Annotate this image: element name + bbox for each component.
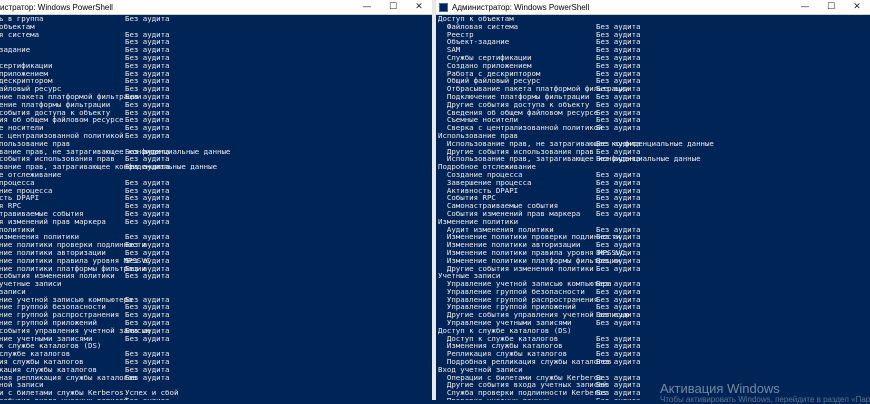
console-output[interactable]: ь в группа Без аудита объектам я система Без… bbox=[0, 15, 432, 400]
window-controls: — ☐ ✕ bbox=[354, 0, 432, 14]
console-line: задание Без аудита bbox=[0, 46, 432, 54]
console-line: Другие события изменения политики Без ауд… bbox=[436, 263, 870, 273]
audit-setting-value: Без аудита bbox=[125, 372, 170, 382]
audit-setting-value: Без аудита bbox=[596, 208, 641, 218]
minimize-button[interactable]: — bbox=[354, 0, 380, 14]
audit-setting-value: Без аудита bbox=[596, 263, 641, 273]
activation-watermark-title: Активация Windows bbox=[660, 381, 780, 396]
powershell-window-left[interactable]: истратор: Windows PowerShell — ☐ ✕ ь в г… bbox=[0, 0, 432, 400]
close-button[interactable]: ✕ bbox=[844, 0, 870, 14]
title-bar[interactable]: Администратор: Windows PowerShell — ☐ ✕ bbox=[436, 0, 870, 15]
console-line: объектам bbox=[0, 22, 432, 31]
console-line: ия об общем файловом ресурсе Без аудита bbox=[0, 116, 432, 124]
console-line: события изменения политики Без аудита bbox=[0, 272, 432, 280]
audit-setting-value: Без аудита bbox=[125, 271, 170, 281]
audit-setting-value: Без аудита bbox=[596, 357, 641, 367]
close-button[interactable]: ✕ bbox=[406, 0, 432, 14]
console-line: е отслеживание bbox=[0, 171, 432, 179]
audit-setting-value: Без аудита bbox=[125, 216, 170, 226]
console-line: приложением Без аудита bbox=[0, 69, 432, 78]
console-line: я изменений прав маркера Без аудита bbox=[0, 216, 432, 226]
console-line: я система Без аудита bbox=[0, 29, 432, 39]
console-line: Активность DPAPI Без аудита bbox=[436, 186, 870, 195]
title-bar[interactable]: истратор: Windows PowerShell — ☐ ✕ bbox=[0, 0, 432, 15]
console-line: Без аудита bbox=[0, 38, 432, 46]
console-line: вание прав, затрагивающее конфиденциальн… bbox=[0, 163, 432, 171]
console-line: Файловая система Без аудита bbox=[436, 22, 870, 31]
audit-category-label: задание bbox=[0, 45, 31, 55]
window-controls: — ☐ ✕ bbox=[792, 0, 870, 14]
minimize-button[interactable]: — bbox=[792, 0, 818, 14]
window-title: истратор: Windows PowerShell bbox=[0, 2, 113, 12]
audit-setting-value: Без аудита bbox=[596, 123, 641, 133]
window-title: Администратор: Windows PowerShell bbox=[452, 2, 590, 12]
console-line: учетные записи bbox=[0, 280, 432, 288]
audit-setting-value: Без аудита bbox=[125, 333, 170, 343]
audit-category-label: я система bbox=[0, 29, 40, 39]
powershell-icon bbox=[439, 2, 448, 12]
maximize-button[interactable]: ☐ bbox=[818, 0, 844, 14]
console-output[interactable]: Доступ к объектам Файловая система Без ау… bbox=[436, 15, 870, 400]
audit-setting-value: Без аудита bbox=[596, 154, 641, 164]
audit-setting-value: Без аудита bbox=[125, 130, 170, 140]
console-line: ная репликация службы каталогов Без аудит… bbox=[0, 372, 432, 382]
maximize-button[interactable]: ☐ bbox=[380, 0, 406, 14]
console-line: сть DPAPI Без аудита bbox=[0, 194, 432, 202]
console-line: ние процесса Без аудита bbox=[0, 186, 432, 195]
console-line: Объект-задание Без аудита bbox=[436, 38, 870, 46]
console-line: процесса Без аудита bbox=[0, 178, 432, 187]
console-line: дескриптором Без аудита bbox=[0, 77, 432, 85]
audit-setting-value: Без аудита bbox=[125, 14, 170, 23]
audit-setting-value: Без аудита bbox=[596, 318, 641, 328]
console-line: Без аудита bbox=[0, 54, 432, 62]
console-line: ь в группа Без аудита bbox=[0, 15, 432, 23]
powershell-window-right[interactable]: Администратор: Windows PowerShell — ☐ ✕ … bbox=[436, 0, 870, 400]
console-line: сертификации Без аудита bbox=[0, 61, 432, 70]
audit-setting-value: Без аудита bbox=[125, 162, 170, 172]
